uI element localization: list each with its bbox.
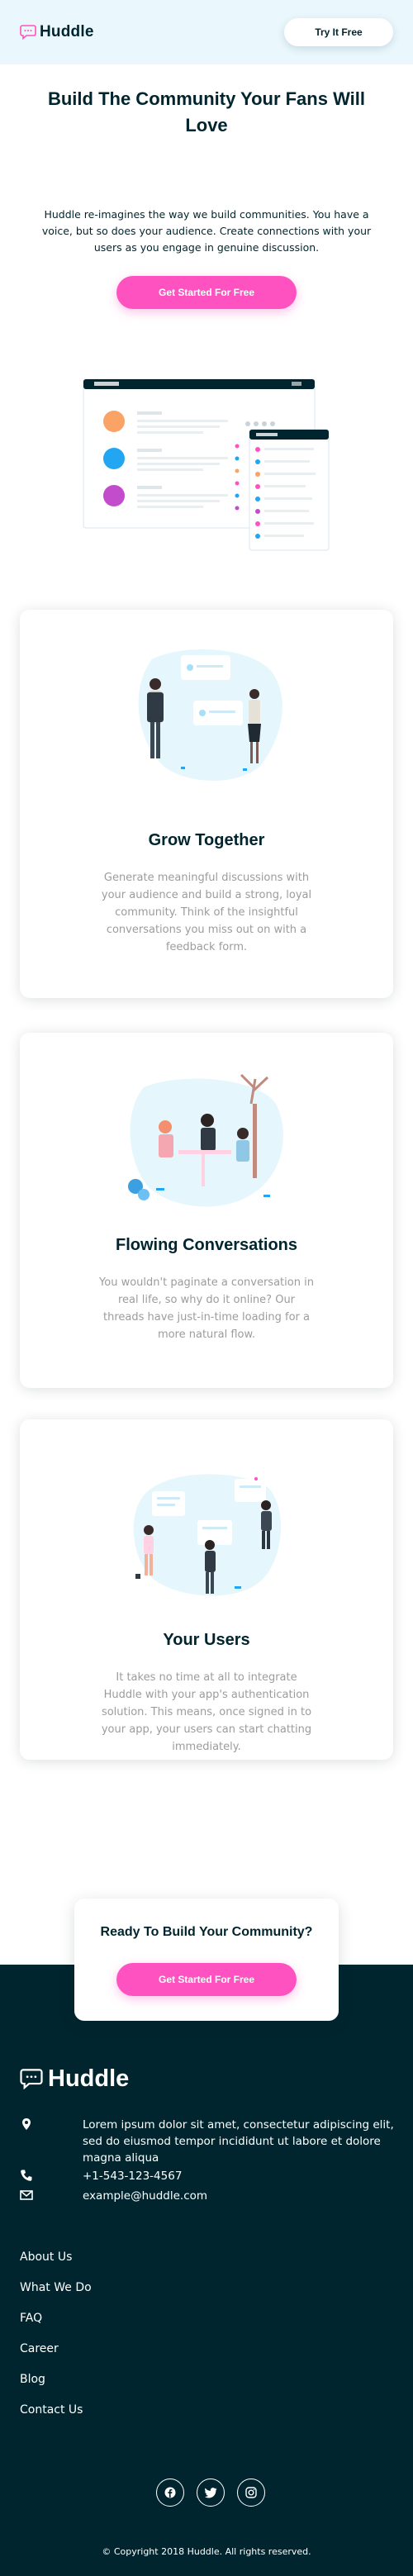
- your-users-illustration: [133, 1474, 282, 1596]
- footer-link-career[interactable]: Career: [20, 2341, 92, 2371]
- email-icon: [20, 2190, 33, 2200]
- footer-logo[interactable]: Huddle: [20, 2065, 129, 2093]
- facebook-link[interactable]: [156, 2479, 184, 2507]
- address-text: Lorem ipsum dolor sit amet, consectetur …: [83, 2118, 394, 2165]
- feature-title: Your Users: [163, 1631, 250, 1649]
- hero-description: Huddle re-imagines the way we build comm…: [41, 208, 372, 254]
- app-mockup-illustration: [83, 378, 330, 551]
- instagram-link[interactable]: [237, 2479, 265, 2507]
- feature-description: It takes no time at all to integrate Hud…: [101, 1671, 312, 1753]
- feature-card-your-users: Your Users It takes no time at all to in…: [20, 1419, 393, 1760]
- hero-title: Build The Community Your Fans Will Love: [47, 88, 365, 135]
- feature-description: Generate meaningful discussions with you…: [101, 872, 312, 953]
- chat-bubble-icon: [20, 25, 36, 40]
- feature-title: Grow Together: [148, 831, 265, 849]
- feature-title: Flowing Conversations: [115, 1236, 298, 1254]
- try-it-free-button[interactable]: Try It Free: [284, 18, 393, 46]
- get-started-button[interactable]: Get Started For Free: [116, 1963, 297, 1996]
- get-started-button[interactable]: Get Started For Free: [116, 276, 297, 309]
- footer-email: example@huddle.com: [20, 2188, 207, 2203]
- location-pin-icon: [22, 2118, 31, 2130]
- chat-bubble-icon: [20, 2069, 43, 2089]
- ready-cta-box: Ready To Build Your Community? Get Start…: [74, 1899, 339, 2021]
- twitter-link[interactable]: [197, 2479, 225, 2507]
- footer-phone: +1-543-123-4567: [20, 2168, 182, 2183]
- phone-icon: [21, 2170, 32, 2181]
- brand-name: Huddle: [40, 23, 94, 40]
- grow-together-illustration: [138, 649, 282, 781]
- phone-text[interactable]: +1-543-123-4567: [83, 2168, 411, 2184]
- footer: Huddle Lorem ipsum dolor sit amet, conse…: [0, 1965, 413, 2576]
- footer-link-contact-us[interactable]: Contact Us: [20, 2402, 92, 2432]
- facebook-icon: [164, 2487, 176, 2498]
- twitter-icon: [204, 2487, 216, 2498]
- footer-nav: About Us What We Do FAQ Career Blog Cont…: [20, 2249, 92, 2432]
- copyright-text: © Copyright 2018 Huddle. All rights rese…: [102, 2546, 311, 2557]
- flowing-conversations-illustration: [128, 1073, 283, 1207]
- brand-logo[interactable]: Huddle: [20, 23, 94, 41]
- instagram-icon: [245, 2487, 257, 2498]
- header: Huddle Try It Free: [0, 0, 413, 64]
- email-text[interactable]: example@huddle.com: [83, 2188, 411, 2204]
- ready-title: Ready To Build Your Community?: [100, 1925, 313, 1939]
- feature-card-grow-together: Grow Together Generate meaningful discus…: [20, 610, 393, 998]
- footer-link-what-we-do[interactable]: What We Do: [20, 2279, 92, 2310]
- footer-brand-name: Huddle: [48, 2065, 130, 2092]
- feature-description: You wouldn't paginate a conversation in …: [99, 1276, 314, 1341]
- feature-card-flowing-conversations: Flowing Conversations You wouldn't pagin…: [20, 1033, 393, 1388]
- footer-address: Lorem ipsum dolor sit amet, consectetur …: [20, 2117, 394, 2165]
- footer-link-blog[interactable]: Blog: [20, 2371, 92, 2402]
- footer-link-faq[interactable]: FAQ: [20, 2310, 92, 2341]
- footer-link-about-us[interactable]: About Us: [20, 2249, 92, 2279]
- social-links: [156, 2479, 278, 2507]
